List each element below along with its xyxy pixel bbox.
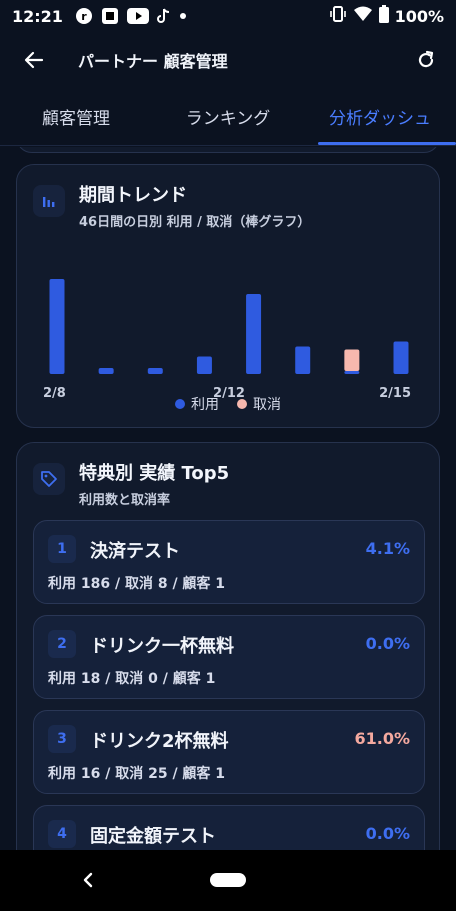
tab-bar: 顧客管理 ランキング 分析ダッシュ xyxy=(0,88,456,146)
cancel-rate: 0.0% xyxy=(365,634,410,653)
refresh-button[interactable] xyxy=(400,32,452,88)
tab-analytics-dashboard[interactable]: 分析ダッシュ xyxy=(304,88,456,145)
tiktok-icon xyxy=(156,8,171,24)
app-square-icon xyxy=(101,7,119,25)
arrow-left-icon xyxy=(24,51,44,69)
cancel-rate: 4.1% xyxy=(365,539,410,558)
bar-use-2 xyxy=(147,368,163,374)
battery-icon xyxy=(378,5,389,27)
bar-use-6 xyxy=(344,371,360,374)
legend-item-use: 利用 xyxy=(175,394,219,414)
system-home-button[interactable] xyxy=(210,873,246,887)
refresh-icon xyxy=(418,50,434,68)
status-time: 12:21 xyxy=(12,6,63,26)
app-r-icon: r xyxy=(75,7,93,25)
top5-item-3[interactable]: 3 ドリンク2杯無料 61.0% 利用 16 / 取消 25 / 顧客 1 xyxy=(33,710,425,794)
chevron-left-icon xyxy=(83,872,93,888)
previous-card-edge xyxy=(16,147,440,153)
trend-card-subtitle: 46日間の日別 利用 / 取消（棒グラフ） xyxy=(79,215,311,230)
top5-card-title: 特典別 実績 Top5 xyxy=(79,463,230,484)
rank-badge: 1 xyxy=(48,535,76,563)
system-back-button[interactable] xyxy=(76,868,100,892)
top5-card-subtitle: 利用数と取消率 xyxy=(79,493,171,508)
item-stats: 利用 16 / 取消 25 / 顧客 1 xyxy=(48,766,226,782)
bar-use-4 xyxy=(246,294,262,374)
legend-label-cancel: 取消 xyxy=(253,397,281,413)
bar-use-5 xyxy=(295,346,311,374)
cancel-rate: 0.0% xyxy=(365,824,410,843)
legend-label-use: 利用 xyxy=(191,397,219,413)
bar-chart-icon xyxy=(33,185,65,217)
youtube-icon xyxy=(126,8,149,24)
trend-bar-chart: 2/8 2/12 2/15 xyxy=(43,279,411,401)
top5-item-4[interactable]: 4 固定金額テスト 0.0% xyxy=(33,805,425,850)
chart-legend: 利用 取消 xyxy=(17,394,439,414)
tab-ranking[interactable]: ランキング xyxy=(152,88,304,145)
item-name: 決済テスト xyxy=(90,541,180,562)
legend-dot-cancel xyxy=(237,399,247,409)
top5-item-1[interactable]: 1 決済テスト 4.1% 利用 186 / 取消 8 / 顧客 1 xyxy=(33,520,425,604)
cancel-rate: 61.0% xyxy=(354,729,410,748)
bar-use-1 xyxy=(98,368,114,374)
bar-use-0 xyxy=(49,279,65,374)
status-bar: 12:21 r 100% xyxy=(0,0,456,32)
rank-badge: 3 xyxy=(48,725,76,753)
page-title: パートナー 顧客管理 xyxy=(78,52,228,71)
rank-badge: 4 xyxy=(48,820,76,848)
tag-icon xyxy=(33,463,65,495)
bar-use-3 xyxy=(196,356,212,374)
item-stats: 利用 186 / 取消 8 / 顧客 1 xyxy=(48,576,226,592)
tab-customer-management[interactable]: 顧客管理 xyxy=(0,88,152,145)
item-stats: 利用 18 / 取消 0 / 顧客 1 xyxy=(48,671,216,687)
dot-icon xyxy=(179,12,187,20)
wifi-icon xyxy=(353,6,373,26)
rank-badge: 2 xyxy=(48,630,76,658)
item-name: 固定金額テスト xyxy=(90,826,216,847)
bar-use-7 xyxy=(393,341,409,374)
legend-item-cancel: 取消 xyxy=(237,394,281,414)
dashboard-content[interactable]: 期間トレンド 46日間の日別 利用 / 取消（棒グラフ） 2/8 2/12 2/15… xyxy=(0,147,456,850)
item-name: ドリンク2杯無料 xyxy=(90,731,229,752)
app-bar: パートナー 顧客管理 xyxy=(0,32,456,88)
trend-card-title: 期間トレンド xyxy=(79,185,187,206)
system-nav-bar xyxy=(0,850,456,911)
vibrate-icon xyxy=(329,5,347,27)
back-button[interactable] xyxy=(8,32,60,88)
top5-card: 特典別 実績 Top5 利用数と取消率 1 決済テスト 4.1% 利用 186 … xyxy=(16,442,440,850)
top5-item-2[interactable]: 2 ドリンク一杯無料 0.0% 利用 18 / 取消 0 / 顧客 1 xyxy=(33,615,425,699)
battery-percent: 100% xyxy=(394,6,444,26)
legend-dot-use xyxy=(175,399,185,409)
svg-text:r: r xyxy=(81,10,87,23)
trend-card: 期間トレンド 46日間の日別 利用 / 取消（棒グラフ） 2/8 2/12 2/15… xyxy=(16,164,440,428)
bar-cancel-6 xyxy=(344,349,360,371)
item-name: ドリンク一杯無料 xyxy=(90,636,234,657)
